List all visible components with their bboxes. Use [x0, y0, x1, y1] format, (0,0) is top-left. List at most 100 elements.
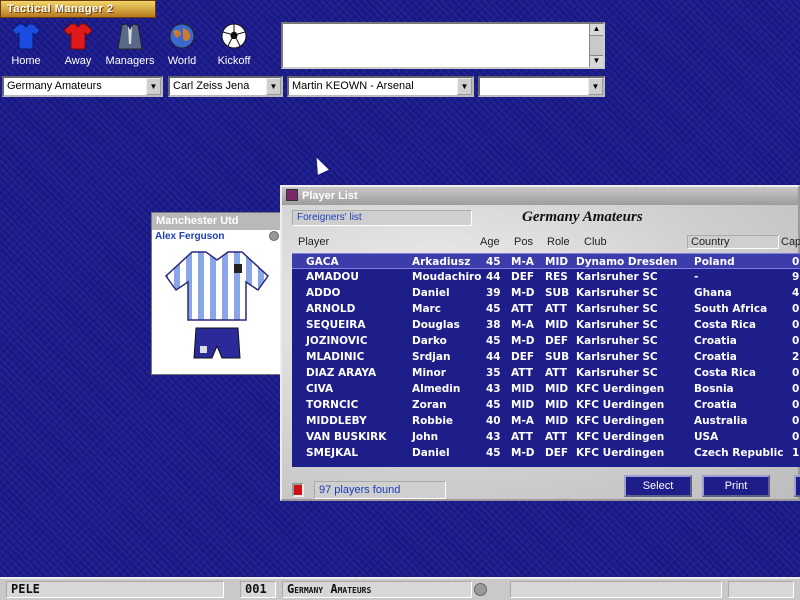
- cell-caps: 4: [792, 287, 800, 299]
- list-heading: Germany Amateurs: [522, 209, 643, 225]
- cell-age: 44: [486, 351, 501, 363]
- nav-kickoff[interactable]: Kickoff: [208, 22, 260, 72]
- cell-first: Moudachiro: [412, 271, 482, 283]
- scroll-down-icon[interactable]: ▼: [590, 55, 603, 67]
- cell-role: MID: [545, 415, 569, 427]
- cell-surname: SEQUEIRA: [306, 319, 366, 331]
- status-knob-icon[interactable]: [474, 583, 487, 596]
- col-country[interactable]: Country: [687, 235, 779, 249]
- table-row[interactable]: TORNCIC Zoran 45 MID MID KFC Uerdingen Croatia…: [292, 397, 800, 413]
- cell-caps: 0: [792, 335, 800, 347]
- more-button[interactable]: [794, 475, 800, 497]
- extra-select[interactable]: ▼: [478, 76, 605, 97]
- select-button[interactable]: Select: [624, 475, 692, 497]
- cell-club: KFC Uerdingen: [576, 431, 665, 443]
- info-icon[interactable]: [269, 231, 279, 241]
- app-title: Tactical Manager 2: [7, 3, 114, 15]
- col-club[interactable]: Club: [584, 236, 607, 248]
- player-select[interactable]: Martin KEOWN - Arsenal ▼: [287, 76, 474, 97]
- cell-pos: DEF: [511, 271, 535, 283]
- chevron-down-icon[interactable]: ▼: [588, 78, 603, 95]
- cell-caps: 0: [792, 256, 800, 268]
- nav-away[interactable]: Away: [52, 22, 104, 72]
- cell-role: MID: [545, 383, 569, 395]
- cell-pos: ATT: [511, 431, 533, 443]
- scroll-up-icon[interactable]: ▲: [590, 24, 603, 36]
- chevron-down-icon[interactable]: ▼: [146, 78, 161, 95]
- cell-first: Daniel: [412, 287, 450, 299]
- table-row[interactable]: JOZINOVIC Darko 45 M-D DEF Karlsruher SC Croat…: [292, 333, 800, 349]
- col-pos[interactable]: Pos: [514, 236, 533, 248]
- league-select[interactable]: Germany Amateurs ▼: [2, 76, 163, 97]
- message-box[interactable]: ▲ ▼: [281, 22, 605, 69]
- cell-first: Almedin: [412, 383, 461, 395]
- cell-first: Darko: [412, 335, 447, 347]
- chevron-down-icon[interactable]: ▼: [457, 78, 472, 95]
- cell-age: 45: [486, 335, 501, 347]
- col-age[interactable]: Age: [480, 236, 500, 248]
- cell-first: Zoran: [412, 399, 447, 411]
- window-icon: [286, 189, 298, 201]
- cell-caps: 0: [792, 367, 800, 379]
- cell-first: Srdjan: [412, 351, 451, 363]
- table-row[interactable]: SMEJKAL Daniel 45 M-D DEF KFC Uerdingen Czech …: [292, 445, 800, 461]
- cell-country: USA: [694, 431, 719, 443]
- table-row[interactable]: MLADINIC Srdjan 44 DEF SUB Karlsruher SC Croat…: [292, 349, 800, 365]
- player-list-titlebar[interactable]: Player List: [282, 187, 798, 205]
- status-field-4: [510, 581, 722, 598]
- cell-country: -: [694, 271, 699, 283]
- message-scrollbar[interactable]: ▲ ▼: [589, 24, 603, 67]
- status-field-5: [728, 581, 794, 598]
- print-button[interactable]: Print: [702, 475, 770, 497]
- cell-country: Bosnia: [694, 383, 734, 395]
- table-row[interactable]: DIAZ ARAYA Minor 35 ATT ATT Karlsruher SC Cost…: [292, 365, 800, 381]
- status-player: PELE: [6, 581, 224, 598]
- cell-role: ATT: [545, 367, 567, 379]
- cell-club: Karlsruher SC: [576, 367, 658, 379]
- table-row[interactable]: ADDO Daniel 39 M-D SUB Karlsruher SC Ghana 4: [292, 285, 800, 301]
- managers-suit-icon: [117, 23, 143, 50]
- cell-first: Arkadiusz: [412, 256, 471, 268]
- cell-role: SUB: [545, 351, 570, 363]
- cell-age: 44: [486, 271, 501, 283]
- cell-age: 45: [486, 303, 501, 315]
- table-row[interactable]: MIDDLEBY Robbie 40 M-A MID KFC Uerdingen Austr…: [292, 413, 800, 429]
- table-row[interactable]: ARNOLD Marc 45 ATT ATT Karlsruher SC South Afr…: [292, 301, 800, 317]
- cell-club: KFC Uerdingen: [576, 415, 665, 427]
- cell-surname: AMADOU: [306, 271, 359, 283]
- status-league: Germany Amateurs: [282, 581, 472, 598]
- col-role[interactable]: Role: [547, 236, 570, 248]
- cell-surname: VAN BUSKIRK: [306, 431, 387, 443]
- cell-surname: SMEJKAL: [306, 447, 359, 459]
- table-row[interactable]: CIVA Almedin 43 MID MID KFC Uerdingen Bosnia 0: [292, 381, 800, 397]
- nav-managers[interactable]: Managers: [104, 22, 156, 72]
- table-row[interactable]: AMADOU Moudachiro 44 DEF RES Karlsruher SC - 9: [292, 269, 800, 285]
- cell-age: 38: [486, 319, 501, 331]
- home-shirt-icon: [11, 23, 41, 50]
- cell-club: Karlsruher SC: [576, 319, 658, 331]
- cell-pos: M-D: [511, 287, 535, 299]
- cell-pos: DEF: [511, 351, 535, 363]
- nav-world[interactable]: World: [156, 22, 208, 72]
- col-player[interactable]: Player: [298, 236, 329, 248]
- cell-pos: M-D: [511, 447, 535, 459]
- cell-pos: MID: [511, 399, 535, 411]
- cell-club: Karlsruher SC: [576, 303, 658, 315]
- cell-country: Croatia: [694, 399, 737, 411]
- cell-age: 45: [486, 399, 501, 411]
- table-row[interactable]: GACA Arkadiusz 45 M-A MID Dynamo Dresden Polan…: [292, 253, 800, 269]
- table-row[interactable]: SEQUEIRA Douglas 38 M-A MID Karlsruher SC Cost…: [292, 317, 800, 333]
- cell-pos: M-A: [511, 415, 534, 427]
- table-row[interactable]: VAN BUSKIRK John 43 ATT ATT KFC Uerdingen USA 0: [292, 429, 800, 445]
- cell-surname: CIVA: [306, 383, 334, 395]
- cell-caps: 2: [792, 351, 800, 363]
- club-select[interactable]: Carl Zeiss Jena ▼: [168, 76, 283, 97]
- chevron-down-icon[interactable]: ▼: [266, 78, 281, 95]
- col-caps[interactable]: Caps: [781, 236, 800, 248]
- cell-surname: JOZINOVIC: [306, 335, 368, 347]
- app-title-bar: Tactical Manager 2: [0, 0, 156, 18]
- manager-name-row: Alex Ferguson: [152, 230, 282, 244]
- cell-country: Ghana: [694, 287, 732, 299]
- nav-home[interactable]: Home: [0, 22, 52, 72]
- player-table[interactable]: GACA Arkadiusz 45 M-A MID Dynamo Dresden Polan…: [292, 253, 800, 467]
